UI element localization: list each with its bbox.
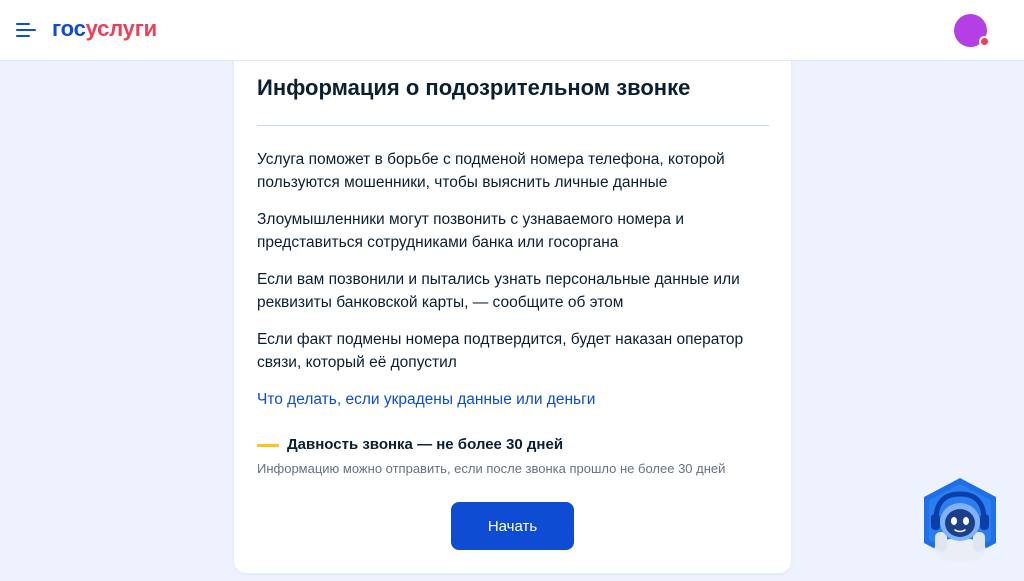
stolen-data-help-link[interactable]: Что делать, если украдены данные или ден… xyxy=(257,389,595,411)
user-avatar[interactable] xyxy=(954,14,990,47)
notice-text: Информацию можно отправить, если после з… xyxy=(257,461,726,476)
notice-title: Давность звонка — не более 30 дней xyxy=(287,436,564,453)
gosuslugi-logo[interactable]: госуслуги xyxy=(52,16,157,42)
notice-accent-bar xyxy=(257,444,279,447)
info-paragraph-2: Злоумышленники могут позвонить с узнавае… xyxy=(257,211,685,251)
logo-part-gos: гос xyxy=(52,16,86,41)
hamburger-menu-icon[interactable] xyxy=(16,22,36,38)
info-paragraph-4: Если факт подмены номера подтвердится, б… xyxy=(257,331,744,371)
title-divider xyxy=(257,125,769,126)
page-title: Информация о подозрительном звонке xyxy=(257,75,691,100)
info-card: Информация о подозрительном звонке Услуг… xyxy=(234,48,791,573)
info-paragraph-1: Услуга поможет в борьбе с подменой номер… xyxy=(257,151,725,191)
robot-assistant-icon[interactable] xyxy=(920,476,1000,564)
info-paragraph-3: Если вам позвонили и пытались узнать пер… xyxy=(257,271,740,311)
header: госуслуги xyxy=(0,0,1024,61)
start-button[interactable]: Начать xyxy=(451,502,574,550)
notification-dot xyxy=(979,36,990,47)
logo-part-uslugi: услуги xyxy=(85,16,158,41)
